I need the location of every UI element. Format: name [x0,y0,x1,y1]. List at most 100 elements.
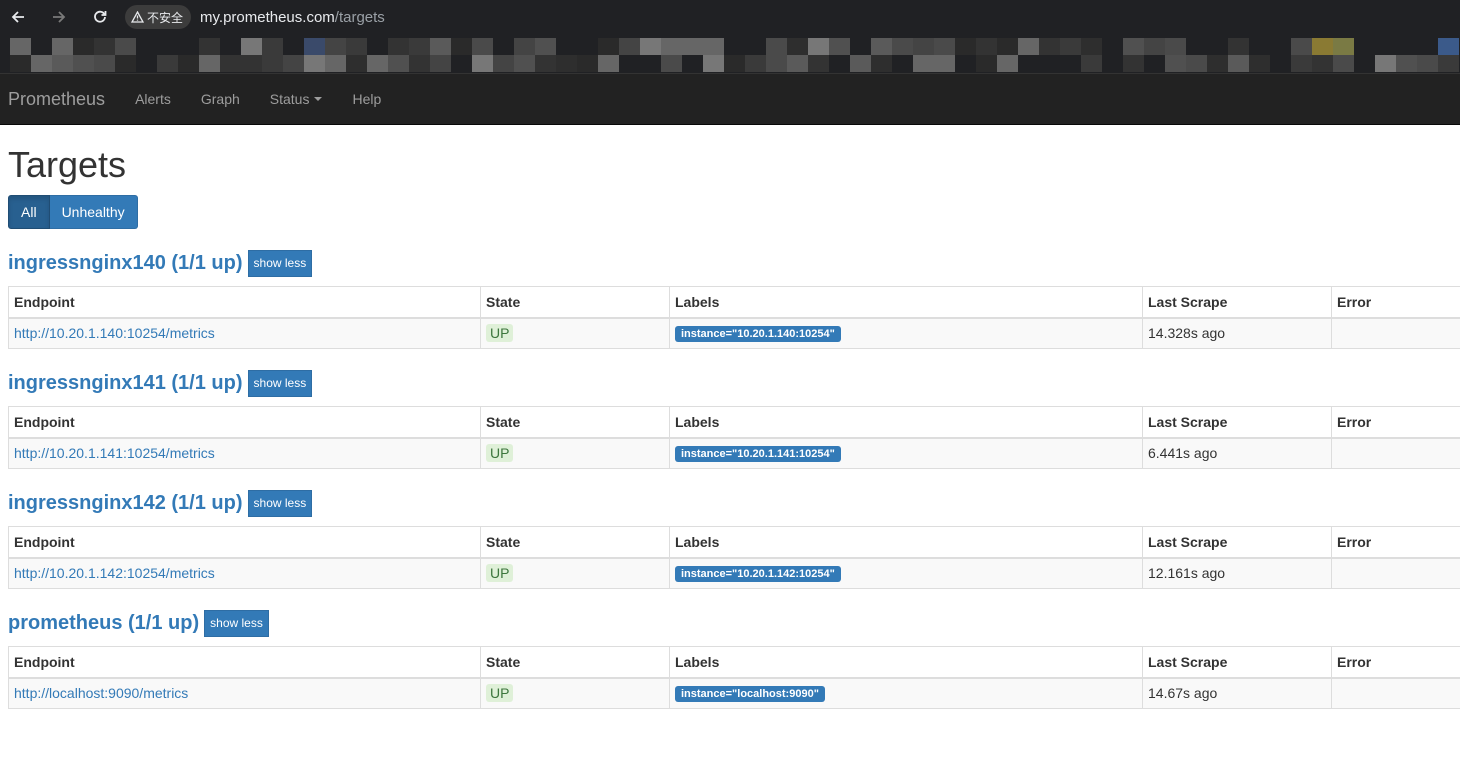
bookmark-pixel [1354,55,1375,72]
back-icon[interactable] [8,7,28,27]
bookmark-pixel [10,55,31,72]
job-title[interactable]: ingressnginx141 (1/1 up) [8,372,243,395]
bookmark-pixel [535,55,556,72]
col-state: State [480,526,670,559]
bookmark-pixel [94,38,115,55]
bookmark-pixel [346,55,367,72]
bookmark-pixel [241,38,262,55]
last-scrape-cell: 14.67s ago [1142,677,1332,709]
bookmark-pixel [1396,55,1417,72]
bookmark-pixel [220,55,241,72]
table-header-row: Endpoint State Labels Last Scrape Error [8,646,1460,679]
nav-graph[interactable]: Graph [186,91,255,107]
job-header: prometheus (1/1 up) show less [8,609,1460,637]
labels-cell: instance="10.20.1.140:10254" [669,317,1143,349]
table-header-row: Endpoint State Labels Last Scrape Error [8,406,1460,439]
col-last-scrape: Last Scrape [1142,406,1332,439]
show-less-button[interactable]: show less [204,609,269,637]
filter-button-group: All Unhealthy [8,195,1460,229]
nav-alerts[interactable]: Alerts [120,91,186,107]
bookmark-pixel [892,38,913,55]
forward-icon[interactable] [49,7,69,27]
endpoint-cell: http://localhost:9090/metrics [8,677,481,709]
bookmark-pixel [136,55,157,72]
bookmark-pixel [913,38,934,55]
label-badge: instance="localhost:9090" [675,686,825,703]
bookmark-pixel [871,55,892,72]
state-cell: UP [480,677,670,709]
bookmark-pixel [1123,55,1144,72]
bookmark-pixel [1060,55,1081,72]
show-less-button[interactable]: show less [247,489,313,517]
col-labels: Labels [669,526,1143,559]
url-text[interactable]: my.prometheus.com/targets [200,9,385,26]
bookmark-pixel [976,38,997,55]
bookmark-pixel [472,55,493,72]
bookmark-pixel [1039,55,1060,72]
targets-table: Endpoint State Labels Last Scrape Error … [8,646,1460,709]
bookmark-pixel [325,38,346,55]
bookmark-pixel [976,55,997,72]
col-error: Error [1331,406,1460,439]
col-error: Error [1331,646,1460,679]
endpoint-link[interactable]: http://10.20.1.141:10254/metrics [14,445,215,461]
col-error: Error [1331,286,1460,319]
reload-icon[interactable] [90,7,110,27]
security-chip[interactable]: 不安全 [125,5,192,29]
endpoint-link[interactable]: http://10.20.1.140:10254/metrics [14,325,215,341]
bookmark-pixel [1039,38,1060,55]
show-less-button[interactable]: show less [247,369,313,397]
state-badge: UP [486,684,514,703]
labels-cell: instance="10.20.1.141:10254" [669,437,1143,469]
label-badge: instance="10.20.1.140:10254" [675,326,841,343]
state-cell: UP [480,557,670,589]
error-cell [1331,437,1460,469]
bookmark-pixel [1060,38,1081,55]
label-badge: instance="10.20.1.141:10254" [675,446,841,463]
brand-link[interactable]: Prometheus [0,89,120,110]
bookmark-pixel [472,38,493,55]
table-header-row: Endpoint State Labels Last Scrape Error [8,526,1460,559]
state-cell: UP [480,317,670,349]
targets-table: Endpoint State Labels Last Scrape Error … [8,286,1460,349]
bookmark-pixel [661,38,682,55]
endpoint-link[interactable]: http://10.20.1.142:10254/metrics [14,565,215,581]
url-host: my.prometheus.com [200,8,335,26]
nav-help[interactable]: Help [337,91,396,107]
bookmark-pixel [1249,38,1270,55]
label-badge: instance="10.20.1.142:10254" [675,566,841,583]
error-cell [1331,557,1460,589]
bookmark-pixel [1249,55,1270,72]
bookmark-pixel [787,55,808,72]
last-scrape-cell: 6.441s ago [1142,437,1332,469]
bookmark-pixel [598,38,619,55]
bookmarks-pixelated [10,38,1459,72]
state-badge: UP [486,324,514,343]
address-bar[interactable]: 不安全 my.prometheus.com/targets [125,5,385,29]
job-title[interactable]: prometheus (1/1 up) [8,612,199,635]
bookmark-pixel [661,55,682,72]
bookmark-pixel [388,38,409,55]
bookmark-pixel [934,55,955,72]
job-title[interactable]: ingressnginx142 (1/1 up) [8,492,243,515]
bookmark-pixel [1417,38,1438,55]
col-state: State [480,406,670,439]
last-scrape-cell: 14.328s ago [1142,317,1332,349]
bookmarks-bar [0,34,1460,74]
table-row: http://10.20.1.142:10254/metrics UP inst… [8,557,1460,589]
bookmark-pixel [241,55,262,72]
table-row: http://10.20.1.141:10254/metrics UP inst… [8,437,1460,469]
nav-status[interactable]: Status [255,91,338,107]
endpoint-link[interactable]: http://localhost:9090/metrics [14,685,188,701]
bookmark-pixel [451,55,472,72]
filter-all-button[interactable]: All [8,195,50,229]
show-less-button[interactable]: show less [247,249,313,277]
bookmark-pixel [703,55,724,72]
bookmark-pixel [682,55,703,72]
table-row: http://10.20.1.140:10254/metrics UP inst… [8,317,1460,349]
col-labels: Labels [669,406,1143,439]
filter-unhealthy-button[interactable]: Unhealthy [49,195,138,229]
bookmark-pixel [1102,55,1123,72]
job-title[interactable]: ingressnginx140 (1/1 up) [8,252,243,275]
job-section: prometheus (1/1 up) show less Endpoint S… [8,609,1460,709]
